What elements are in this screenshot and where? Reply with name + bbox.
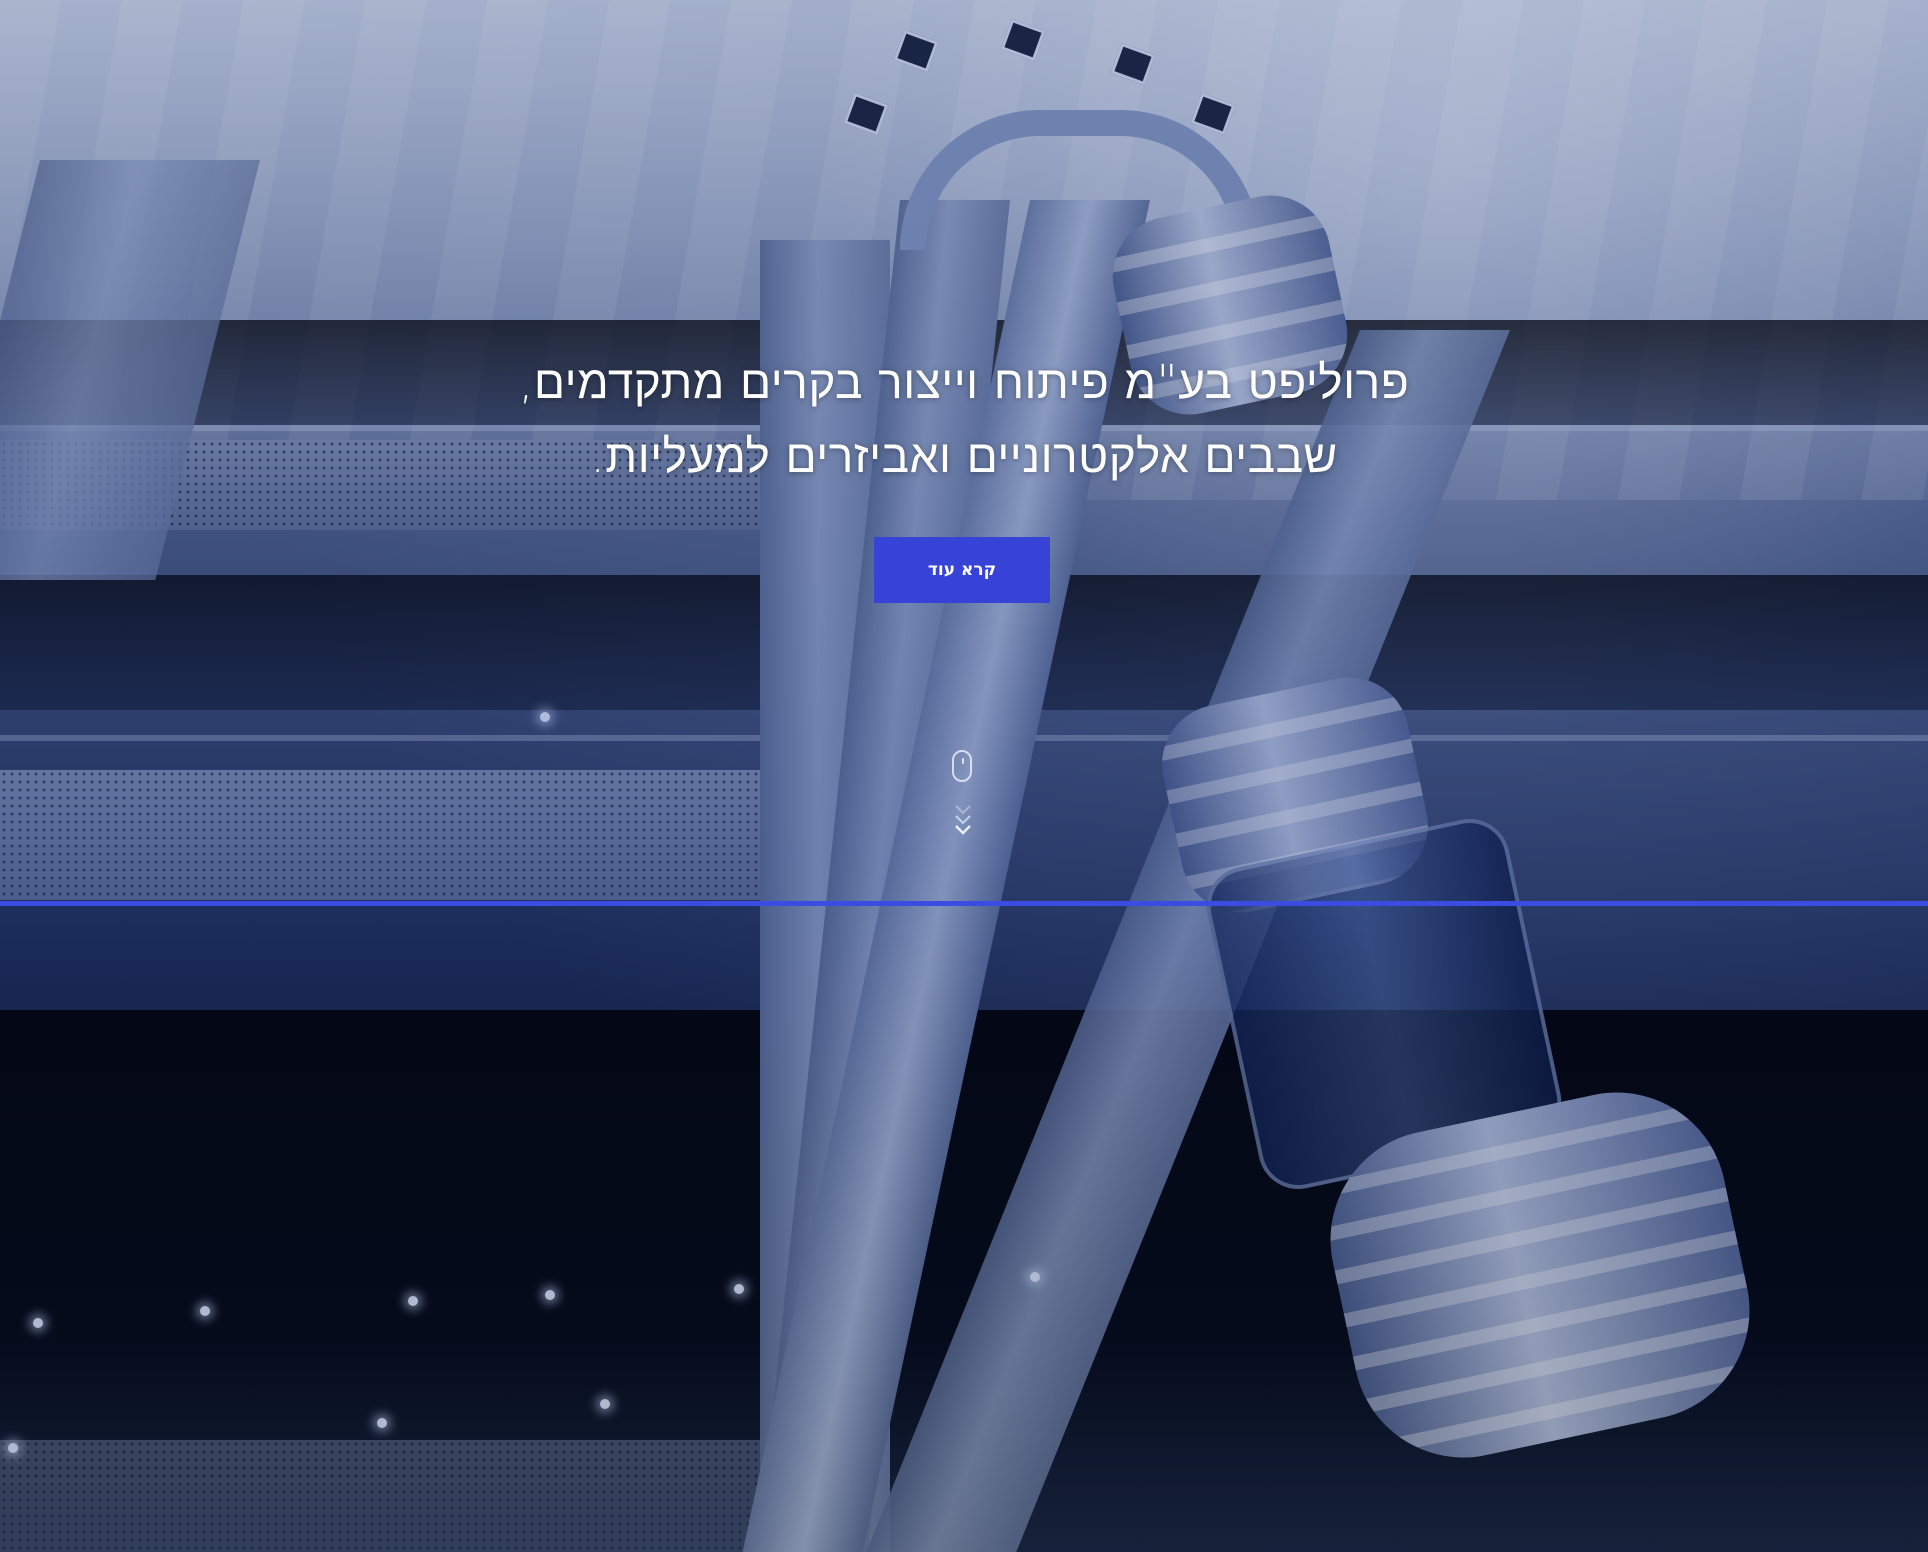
- chevron-double-down-icon: [955, 805, 971, 835]
- hero-headline-line-2: שבבים אלקטרוניים ואביזרים למעליות.: [590, 429, 1338, 483]
- hero-section: פרוליפט בע"מ פיתוח וייצור בקרים מתקדמים,…: [0, 0, 1928, 1552]
- hero-headline-line-1: פרוליפט בע"מ פיתוח וייצור בקרים מתקדמים,: [518, 355, 1410, 409]
- scroll-down-indicator[interactable]: [950, 750, 976, 842]
- section-divider-line: [0, 901, 1928, 906]
- hero-headline: פרוליפט בע"מ פיתוח וייצור בקרים מתקדמים,…: [400, 345, 1528, 493]
- mouse-icon: [952, 750, 972, 782]
- read-more-button[interactable]: קרא עוד: [874, 537, 1050, 603]
